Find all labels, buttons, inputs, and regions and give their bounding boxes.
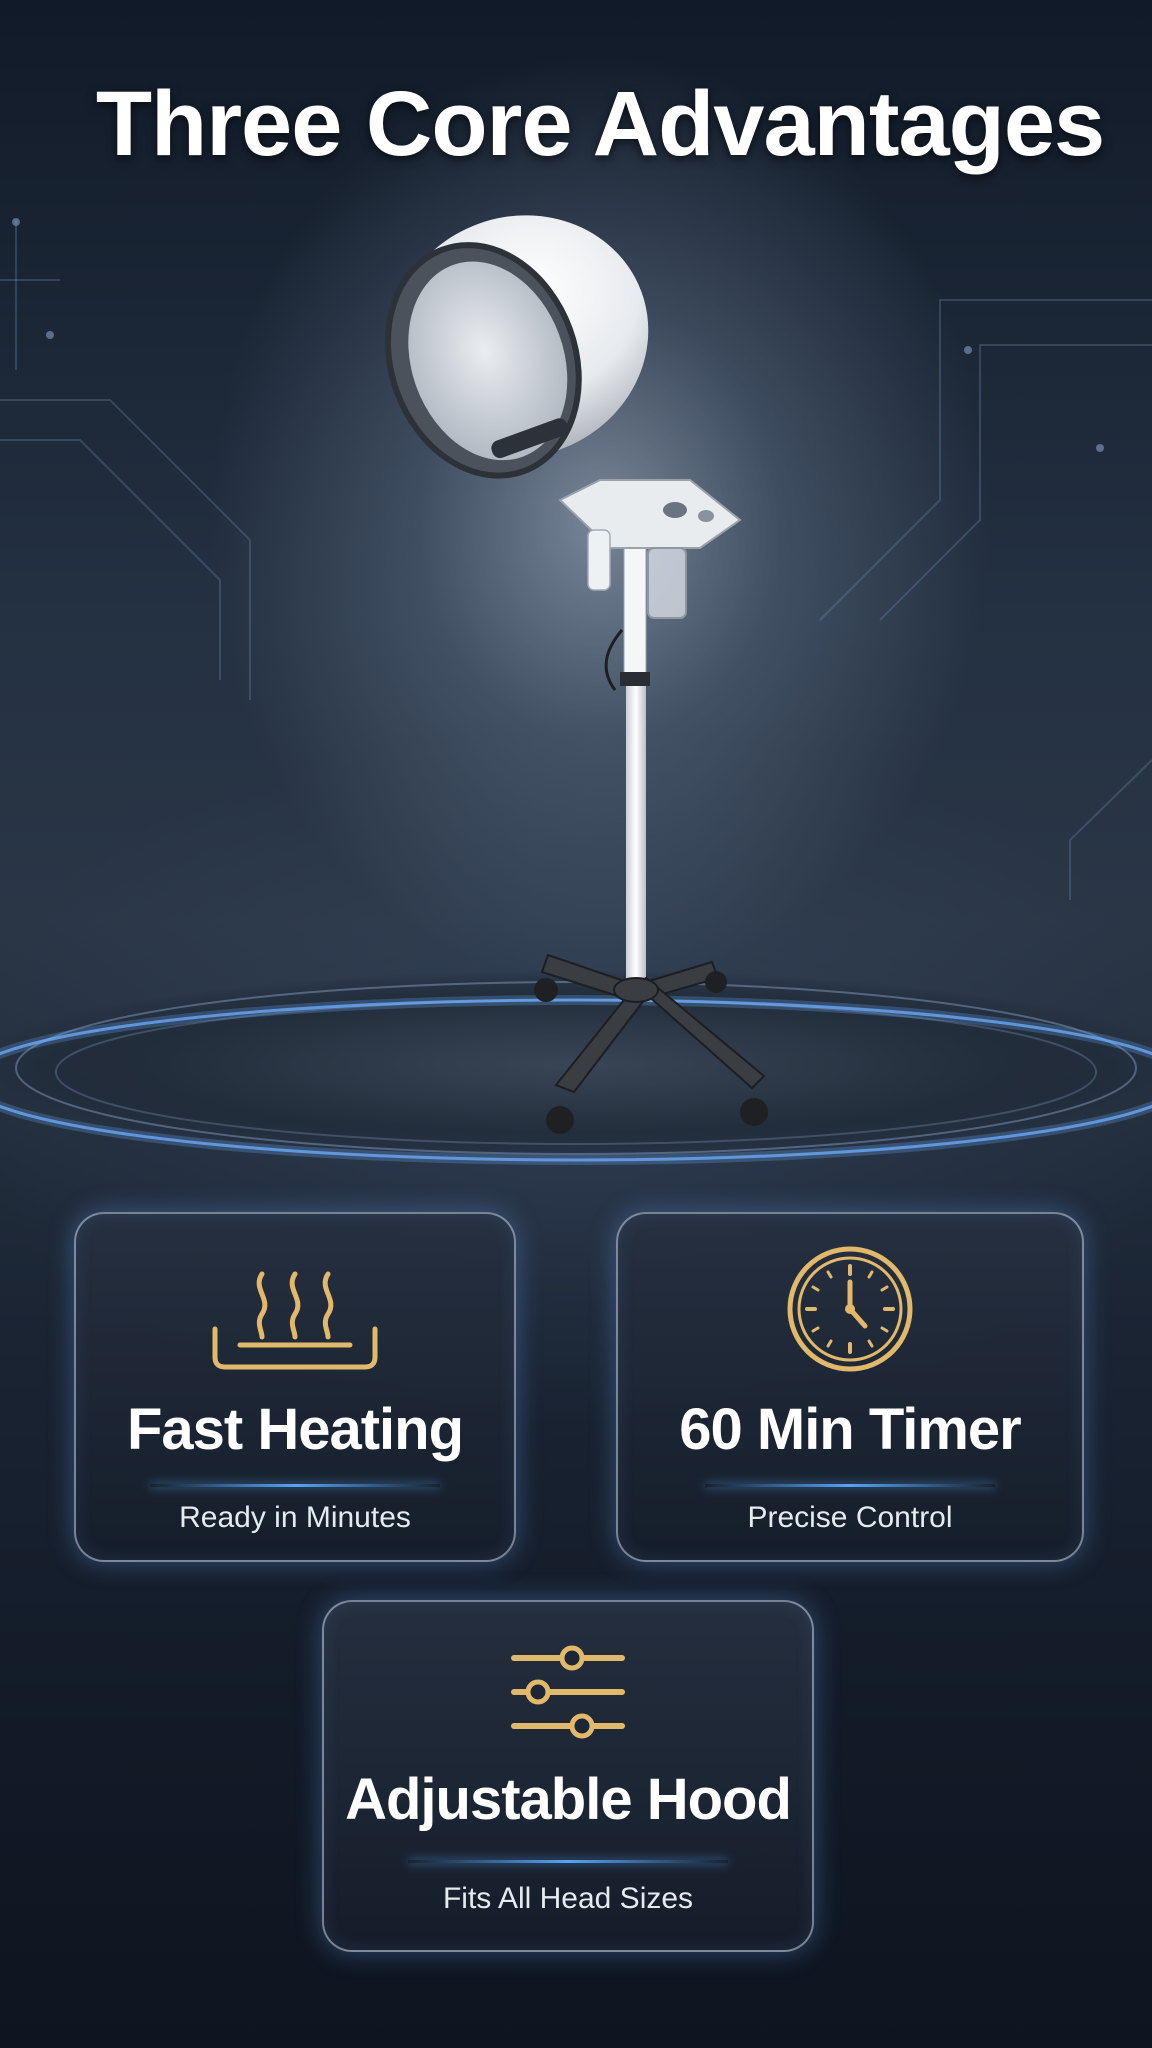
feature-card-fast-heating: Fast Heating Ready in Minutes: [74, 1212, 516, 1562]
heat-waves-icon: [210, 1259, 380, 1384]
card-divider: [408, 1860, 728, 1863]
feature-subtitle: Precise Control: [747, 1501, 953, 1534]
clock-icon: [785, 1244, 915, 1379]
feature-subtitle: Fits All Head Sizes: [442, 1882, 694, 1915]
feature-title: Adjustable Hood: [345, 1767, 792, 1832]
feature-subtitle: Ready in Minutes: [179, 1501, 411, 1534]
feature-title: 60 Min Timer: [679, 1397, 1022, 1462]
card-divider: [705, 1484, 995, 1487]
card-divider: [150, 1484, 440, 1487]
feature-title: Fast Heating: [126, 1397, 464, 1462]
page: Three Core Advantages Fast Heating Ready…: [0, 0, 1152, 2048]
sliders-icon: [508, 1642, 628, 1747]
feature-card-timer: 60 Min Timer Precise Control: [616, 1212, 1084, 1562]
feature-card-adjustable-hood: Adjustable Hood Fits All Head Sizes: [322, 1600, 814, 1952]
